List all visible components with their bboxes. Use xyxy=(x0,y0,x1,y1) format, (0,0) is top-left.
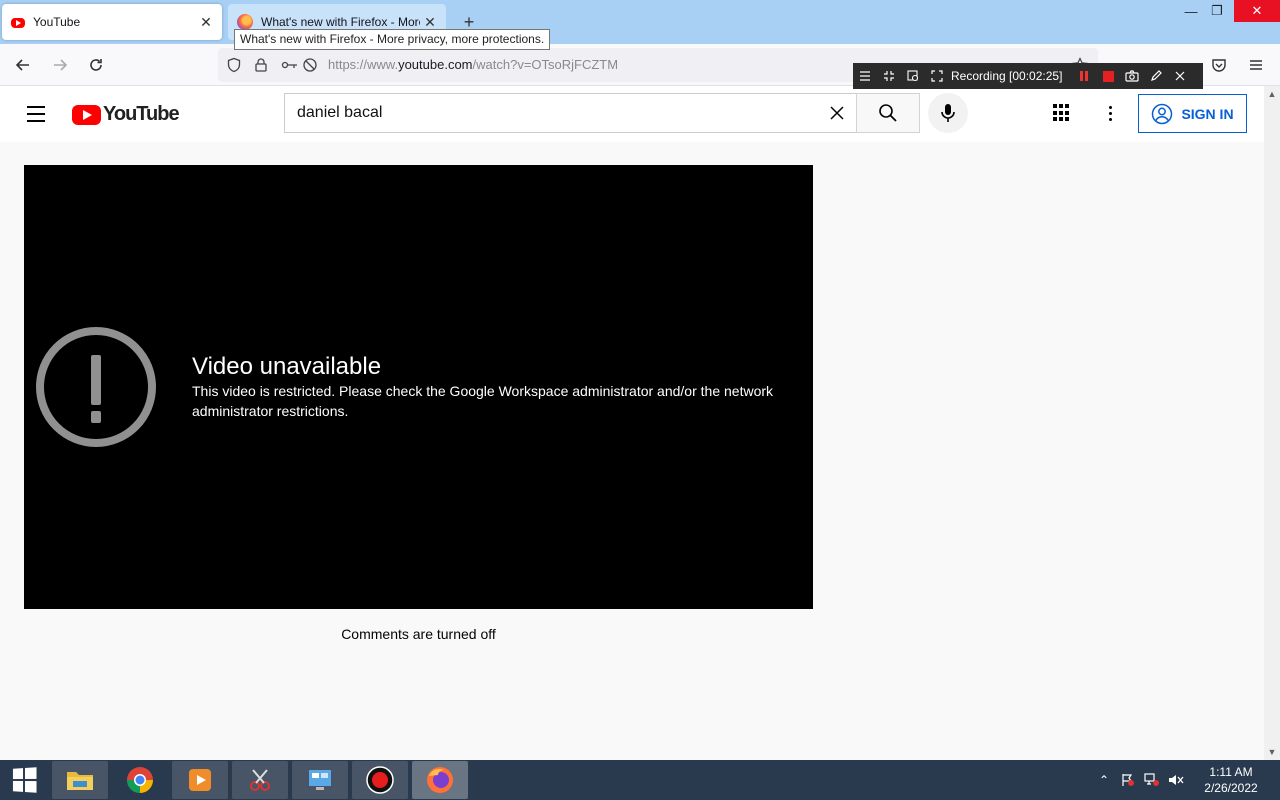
guide-menu-button[interactable] xyxy=(24,102,48,126)
shield-icon[interactable] xyxy=(224,55,244,75)
voice-search-button[interactable] xyxy=(928,93,968,133)
scroll-down-icon[interactable]: ▼ xyxy=(1264,744,1280,760)
error-exclamation-icon xyxy=(36,327,156,447)
error-title: Video unavailable xyxy=(192,353,382,380)
pencil-icon xyxy=(1151,70,1163,81)
taskbar-firefox[interactable] xyxy=(412,761,468,799)
account-icon xyxy=(1152,103,1173,124)
youtube-wordmark: YouTube xyxy=(103,103,180,125)
chrome-icon xyxy=(126,767,153,794)
camera-icon xyxy=(1125,70,1140,82)
record-icon xyxy=(366,766,394,794)
taskbar-screen-recorder[interactable] xyxy=(352,761,408,799)
taskbar-clock[interactable]: 1:11 AM 2/26/2022 xyxy=(1192,764,1270,796)
control-panel-icon xyxy=(309,770,331,790)
video-player[interactable]: Video unavailable This video is restrict… xyxy=(24,165,813,609)
close-icon xyxy=(1175,71,1185,81)
recording-status: Recording [00:02:25] xyxy=(951,69,1063,83)
autoplay-blocked-icon[interactable] xyxy=(300,55,320,75)
url-text[interactable]: https://www.youtube.com/watch?v=OTsoRjFC… xyxy=(328,57,618,72)
page-scrollbar[interactable]: ▲ ▼ xyxy=(1264,86,1280,760)
stop-icon xyxy=(1102,70,1114,82)
back-arrow-icon xyxy=(15,59,29,71)
reload-button[interactable] xyxy=(83,52,109,78)
taskbar-media-player[interactable] xyxy=(172,761,228,799)
scroll-up-icon[interactable]: ▲ xyxy=(1264,86,1280,102)
forward-button[interactable] xyxy=(47,52,73,78)
windows-taskbar: ⌃ 1:11 AM 2/26/2022 xyxy=(0,760,1280,800)
tab-title: YouTube xyxy=(33,15,81,29)
taskbar-file-explorer[interactable] xyxy=(52,761,108,799)
clock-time: 1:11 AM xyxy=(1209,765,1253,779)
search-button[interactable] xyxy=(856,93,920,133)
youtube-play-icon xyxy=(72,104,101,125)
pause-icon xyxy=(1080,71,1089,81)
forward-arrow-icon xyxy=(54,59,68,71)
screen-recorder-toolbar: Recording [00:02:25] xyxy=(853,63,1203,89)
tab-title: What's new with Firefox - More xyxy=(261,15,420,29)
youtube-apps-button[interactable] xyxy=(1050,101,1074,125)
start-button[interactable] xyxy=(0,760,48,800)
firefox-icon xyxy=(427,767,453,793)
search-icon xyxy=(879,104,897,122)
settings-more-button[interactable] xyxy=(1098,101,1122,125)
network-icon[interactable] xyxy=(1140,760,1164,800)
pause-recording-button[interactable] xyxy=(1072,63,1096,89)
tab-youtube[interactable]: YouTube ✕ xyxy=(2,4,222,40)
permissions-icon[interactable] xyxy=(280,55,300,75)
error-message: This video is restricted. Please check t… xyxy=(192,383,774,419)
region-select-icon[interactable] xyxy=(901,63,925,89)
back-button[interactable] xyxy=(10,52,36,78)
folder-icon xyxy=(67,772,93,790)
firefox-favicon-icon xyxy=(237,14,253,30)
media-player-icon xyxy=(189,769,211,791)
action-center-flag-icon[interactable] xyxy=(1116,760,1140,800)
scissors-icon xyxy=(250,769,270,791)
search-box xyxy=(284,93,857,133)
search-input[interactable] xyxy=(285,94,815,132)
stop-recording-button[interactable] xyxy=(1096,63,1120,89)
reload-icon xyxy=(90,59,102,71)
annotate-button[interactable] xyxy=(1144,63,1168,89)
youtube-masthead: YouTube SIGN IN xyxy=(0,86,1264,142)
clock-date: 2/26/2022 xyxy=(1204,781,1258,795)
show-hidden-icons-icon[interactable]: ⌃ xyxy=(1092,760,1116,800)
sign-in-label: SIGN IN xyxy=(1181,105,1234,122)
app-menu-button[interactable] xyxy=(1243,52,1269,78)
pocket-button[interactable] xyxy=(1206,52,1232,78)
tab-tooltip: What's new with Firefox - More privacy, … xyxy=(234,29,551,50)
close-tab-icon[interactable]: ✕ xyxy=(196,12,216,32)
windows-logo-icon xyxy=(12,767,37,793)
sign-in-button[interactable]: SIGN IN xyxy=(1138,94,1247,133)
screenshot-button[interactable] xyxy=(1120,63,1144,89)
clear-search-icon[interactable] xyxy=(826,102,848,124)
recorder-menu-icon[interactable] xyxy=(853,63,877,89)
close-window-button[interactable]: ✕ xyxy=(1234,0,1280,22)
url-domain: youtube.com xyxy=(398,57,473,72)
close-recorder-button[interactable] xyxy=(1168,63,1192,89)
browser-tab-strip: YouTube ✕ What's new with Firefox - More… xyxy=(0,0,1280,44)
youtube-favicon-icon xyxy=(11,18,25,28)
taskbar-control-panel[interactable] xyxy=(292,761,348,799)
volume-muted-icon[interactable] xyxy=(1164,760,1188,800)
taskbar-chrome[interactable] xyxy=(112,761,168,799)
url-prefix: https://www. xyxy=(328,57,399,72)
comments-status: Comments are turned off xyxy=(341,626,496,642)
lock-icon[interactable] xyxy=(251,55,271,75)
url-path: /watch?v=OTsoRjFCZTM xyxy=(472,57,619,72)
pocket-icon xyxy=(1212,59,1226,72)
microphone-icon xyxy=(941,104,955,122)
taskbar-snipping-tool[interactable] xyxy=(232,761,288,799)
recording-area-icon[interactable] xyxy=(925,63,949,89)
collapse-icon[interactable] xyxy=(877,63,901,89)
hamburger-menu-icon xyxy=(1250,60,1262,70)
youtube-logo[interactable]: YouTube xyxy=(72,103,180,126)
system-tray: ⌃ 1:11 AM 2/26/2022 xyxy=(1092,760,1280,800)
